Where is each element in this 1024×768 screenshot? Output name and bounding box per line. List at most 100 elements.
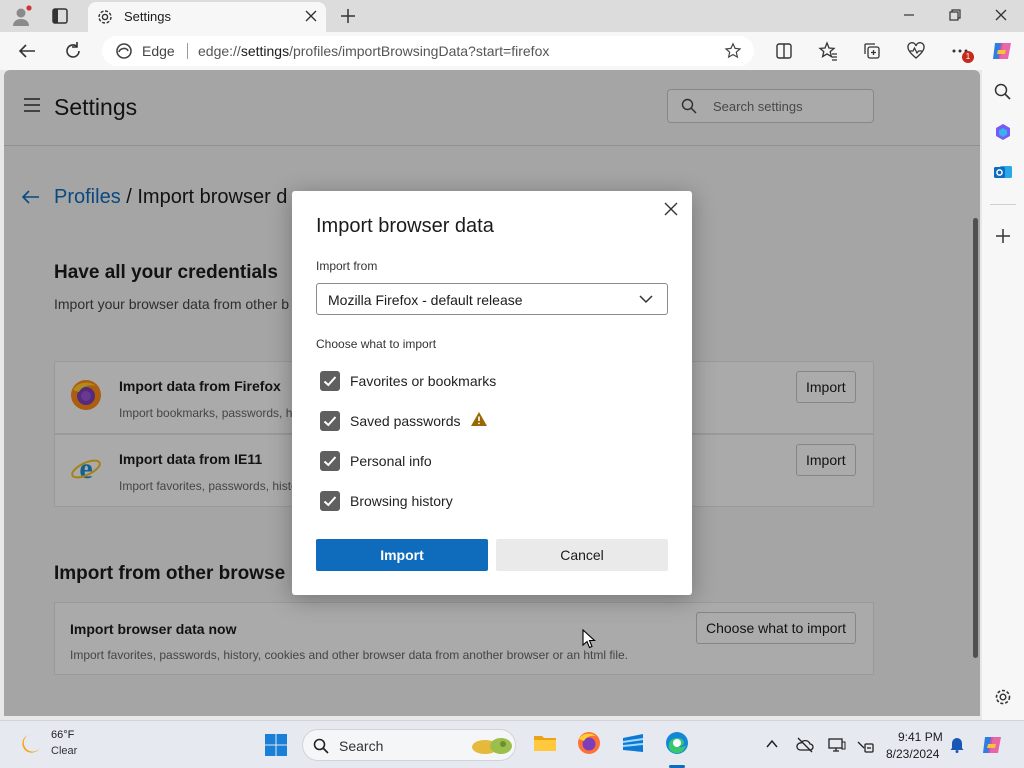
profile-icon <box>13 5 32 26</box>
close-tab-icon[interactable] <box>304 9 318 23</box>
collections-icon <box>864 43 880 59</box>
import-button[interactable]: Import <box>316 539 488 571</box>
browser-essentials-button[interactable] <box>906 41 926 61</box>
moon-weather-icon[interactable] <box>19 732 43 756</box>
bell-icon <box>950 738 964 753</box>
profile-button[interactable] <box>10 5 34 27</box>
search-icon <box>313 738 329 754</box>
edge-icon <box>666 732 688 754</box>
minimize-button[interactable] <box>900 6 918 24</box>
site-label: Edge <box>142 43 175 59</box>
back-button[interactable] <box>16 40 38 62</box>
address-bar[interactable]: Edge edge://settings/profiles/importBrow… <box>102 36 754 66</box>
choose-what-to-import-label: Choose what to import <box>316 337 437 351</box>
warning-icon[interactable] <box>470 411 488 427</box>
show-hidden-icons-button[interactable] <box>765 737 779 751</box>
tab-actions-button[interactable] <box>50 6 70 26</box>
folder-icon <box>534 736 556 751</box>
search-icon <box>994 83 1011 100</box>
edge-site-icon <box>116 43 132 59</box>
checkmark-icon <box>323 376 337 387</box>
network-icon <box>857 741 874 753</box>
chevron-down-icon <box>639 294 653 304</box>
option-label: Saved passwords <box>350 413 461 429</box>
copilot-icon <box>993 43 1011 59</box>
refresh-button[interactable] <box>62 40 84 62</box>
option-label: Personal info <box>350 453 432 469</box>
weather-condition[interactable]: Clear <box>51 745 77 757</box>
tab-title: Settings <box>124 9 171 24</box>
split-screen-icon <box>776 43 792 59</box>
refresh-icon <box>66 42 80 58</box>
plus-icon <box>996 229 1010 243</box>
add-favorite-icon[interactable] <box>724 42 742 60</box>
sidebar-outlook-button[interactable] <box>993 162 1013 182</box>
tray-display-button[interactable] <box>828 737 846 753</box>
close-window-button[interactable] <box>992 6 1010 24</box>
clock-time[interactable]: 9:41 PM <box>898 730 943 744</box>
sidebar-search-button[interactable] <box>993 82 1013 102</box>
import-browser-data-dialog: Import browser data Import from Mozilla … <box>292 191 692 595</box>
notifications-button[interactable] <box>949 735 965 753</box>
taskbar-search-label: Search <box>339 738 384 754</box>
browser-select-dropdown[interactable]: Mozilla Firefox - default release <box>316 283 668 315</box>
heartbeat-icon <box>907 42 925 59</box>
restore-button[interactable] <box>946 6 964 24</box>
taskbar-search-box[interactable]: Search <box>302 729 516 761</box>
favorites-icon <box>818 41 837 61</box>
windows-icon <box>265 734 287 756</box>
option-label: Favorites or bookmarks <box>350 373 497 389</box>
cancel-button[interactable]: Cancel <box>496 539 668 571</box>
gear-icon <box>995 689 1011 705</box>
checkbox-personal-info[interactable] <box>320 451 340 471</box>
browser-toolbar: Edge edge://settings/profiles/importBrow… <box>0 32 1024 70</box>
network-button[interactable] <box>856 737 874 753</box>
checkbox-passwords[interactable] <box>320 411 340 431</box>
option-label: Browsing history <box>350 493 453 509</box>
store-app[interactable] <box>620 730 646 756</box>
tab-settings[interactable]: Settings <box>88 2 326 32</box>
mouse-cursor-icon <box>582 629 596 649</box>
weather-temperature[interactable]: 66°F <box>51 729 74 741</box>
checkmark-icon <box>323 456 337 467</box>
firefox-icon <box>578 732 600 754</box>
copilot-taskbar-button[interactable] <box>980 733 1004 757</box>
checkmark-icon <box>323 496 337 507</box>
split-screen-button[interactable] <box>774 41 794 61</box>
store-icon <box>622 734 644 752</box>
m365-icon <box>996 124 1010 140</box>
back-arrow-icon <box>18 44 35 58</box>
edge-app[interactable] <box>664 730 690 756</box>
dialog-close-button[interactable] <box>662 200 680 218</box>
new-tab-button[interactable] <box>338 6 358 26</box>
copilot-icon <box>983 737 1001 753</box>
checkbox-favorites[interactable] <box>320 371 340 391</box>
import-from-label: Import from <box>316 259 378 273</box>
sidebar-add-button[interactable] <box>993 226 1013 246</box>
restore-icon <box>949 9 961 21</box>
vertical-tabs-icon <box>52 8 68 24</box>
gear-icon <box>96 8 114 26</box>
taskbar: 66°F Clear Search 9:41 PM 8/23/2024 <box>0 720 1024 768</box>
chevron-up-icon <box>766 739 778 748</box>
tray-app-button[interactable] <box>796 737 814 753</box>
firefox-app[interactable] <box>576 730 602 756</box>
search-highlight-icon <box>471 735 515 757</box>
display-icon <box>828 738 846 752</box>
file-explorer-app[interactable] <box>532 730 558 756</box>
favorites-button[interactable] <box>818 41 838 61</box>
outlook-icon <box>994 166 1012 178</box>
close-icon <box>995 9 1007 21</box>
copilot-button[interactable] <box>990 39 1014 63</box>
clock-date[interactable]: 8/23/2024 <box>886 747 939 761</box>
sidebar-m365-button[interactable] <box>993 122 1013 142</box>
start-button[interactable] <box>264 733 288 757</box>
notification-badge: 1 <box>962 51 974 63</box>
checkbox-browsing-history[interactable] <box>320 491 340 511</box>
edge-sidebar <box>982 70 1024 720</box>
sidebar-divider <box>990 204 1016 205</box>
sidebar-settings-button[interactable] <box>993 687 1013 707</box>
address-divider <box>187 43 188 59</box>
collections-button[interactable] <box>862 41 882 61</box>
selected-browser: Mozilla Firefox - default release <box>328 292 523 308</box>
